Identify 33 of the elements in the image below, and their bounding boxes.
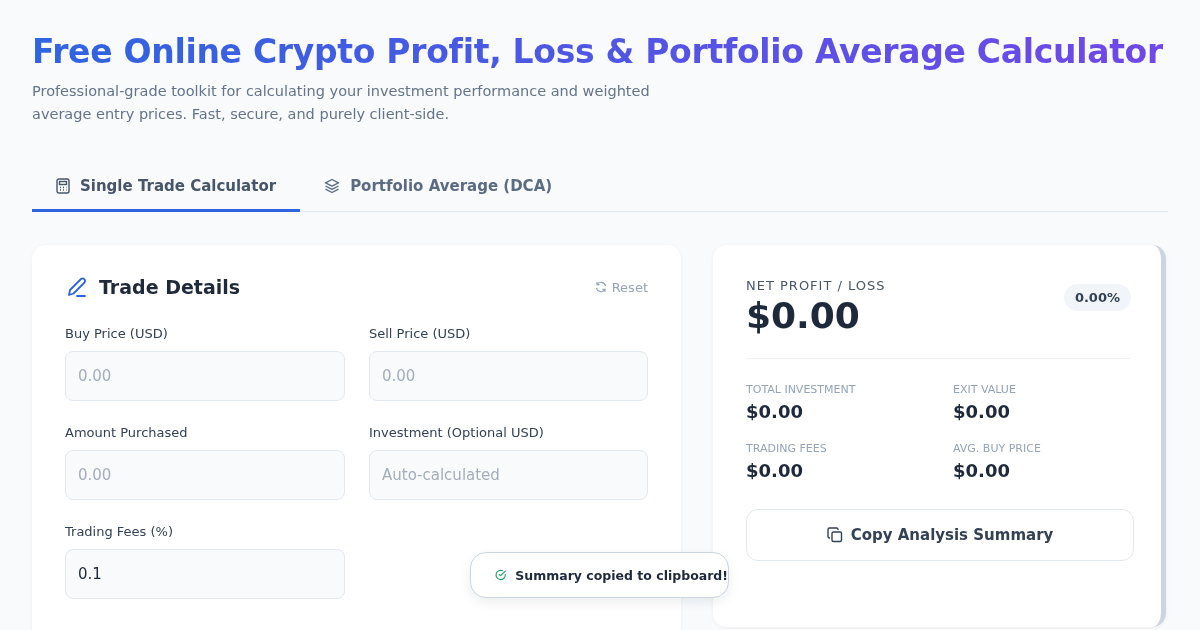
- check-circle-icon: [495, 567, 507, 583]
- stat-value: $0.00: [746, 401, 804, 422]
- field-label: Buy Price (USD): [65, 326, 169, 341]
- stat-label: EXIT VALUE: [953, 383, 1017, 396]
- percent-badge: 0.00%: [1063, 284, 1131, 311]
- field-label: Amount Purchased: [65, 425, 189, 440]
- toast-message: Summary copied to clipboard!: [515, 567, 728, 583]
- refresh-icon: [594, 281, 607, 293]
- page-subtitle: Professional-grade toolkit for calculating your investment performance and weighted average entry prices. Fast, secure, and purely client-side.: [32, 82, 651, 124]
- net-profit-value: $0.00: [746, 295, 861, 336]
- pen-icon: [65, 275, 89, 299]
- field-label: Investment (Optional USD): [369, 425, 545, 440]
- calculator-icon: [56, 177, 70, 194]
- stat-label: AVG. BUY PRICE: [953, 442, 1042, 455]
- field-label: Trading Fees (%): [65, 524, 174, 539]
- stat-label: TOTAL INVESTMENT: [746, 383, 857, 396]
- stat-value: $0.00: [953, 401, 1011, 422]
- input-field[interactable]: Auto-calculated: [369, 450, 648, 500]
- result-label: NET PROFIT / LOSS: [746, 278, 886, 293]
- tab[interactable]: Single Trade Calculator: [32, 162, 301, 212]
- card-title: Trade Details: [99, 276, 241, 298]
- stat-value: $0.00: [746, 460, 804, 481]
- input-field[interactable]: 0.1: [65, 549, 345, 599]
- input-field[interactable]: 0.00: [65, 450, 345, 500]
- copy-summary-button[interactable]: Copy Analysis Summary: [746, 509, 1134, 561]
- tab[interactable]: Portfolio Average (DCA): [300, 162, 577, 212]
- input-field[interactable]: 0.00: [65, 351, 345, 401]
- layers-icon: [324, 177, 341, 194]
- stat-label: TRADING FEES: [746, 442, 828, 455]
- field-label: Sell Price (USD): [369, 326, 472, 341]
- stat-value: $0.00: [953, 460, 1011, 481]
- copy-icon: [826, 527, 843, 543]
- input-field[interactable]: 0.00: [369, 351, 648, 401]
